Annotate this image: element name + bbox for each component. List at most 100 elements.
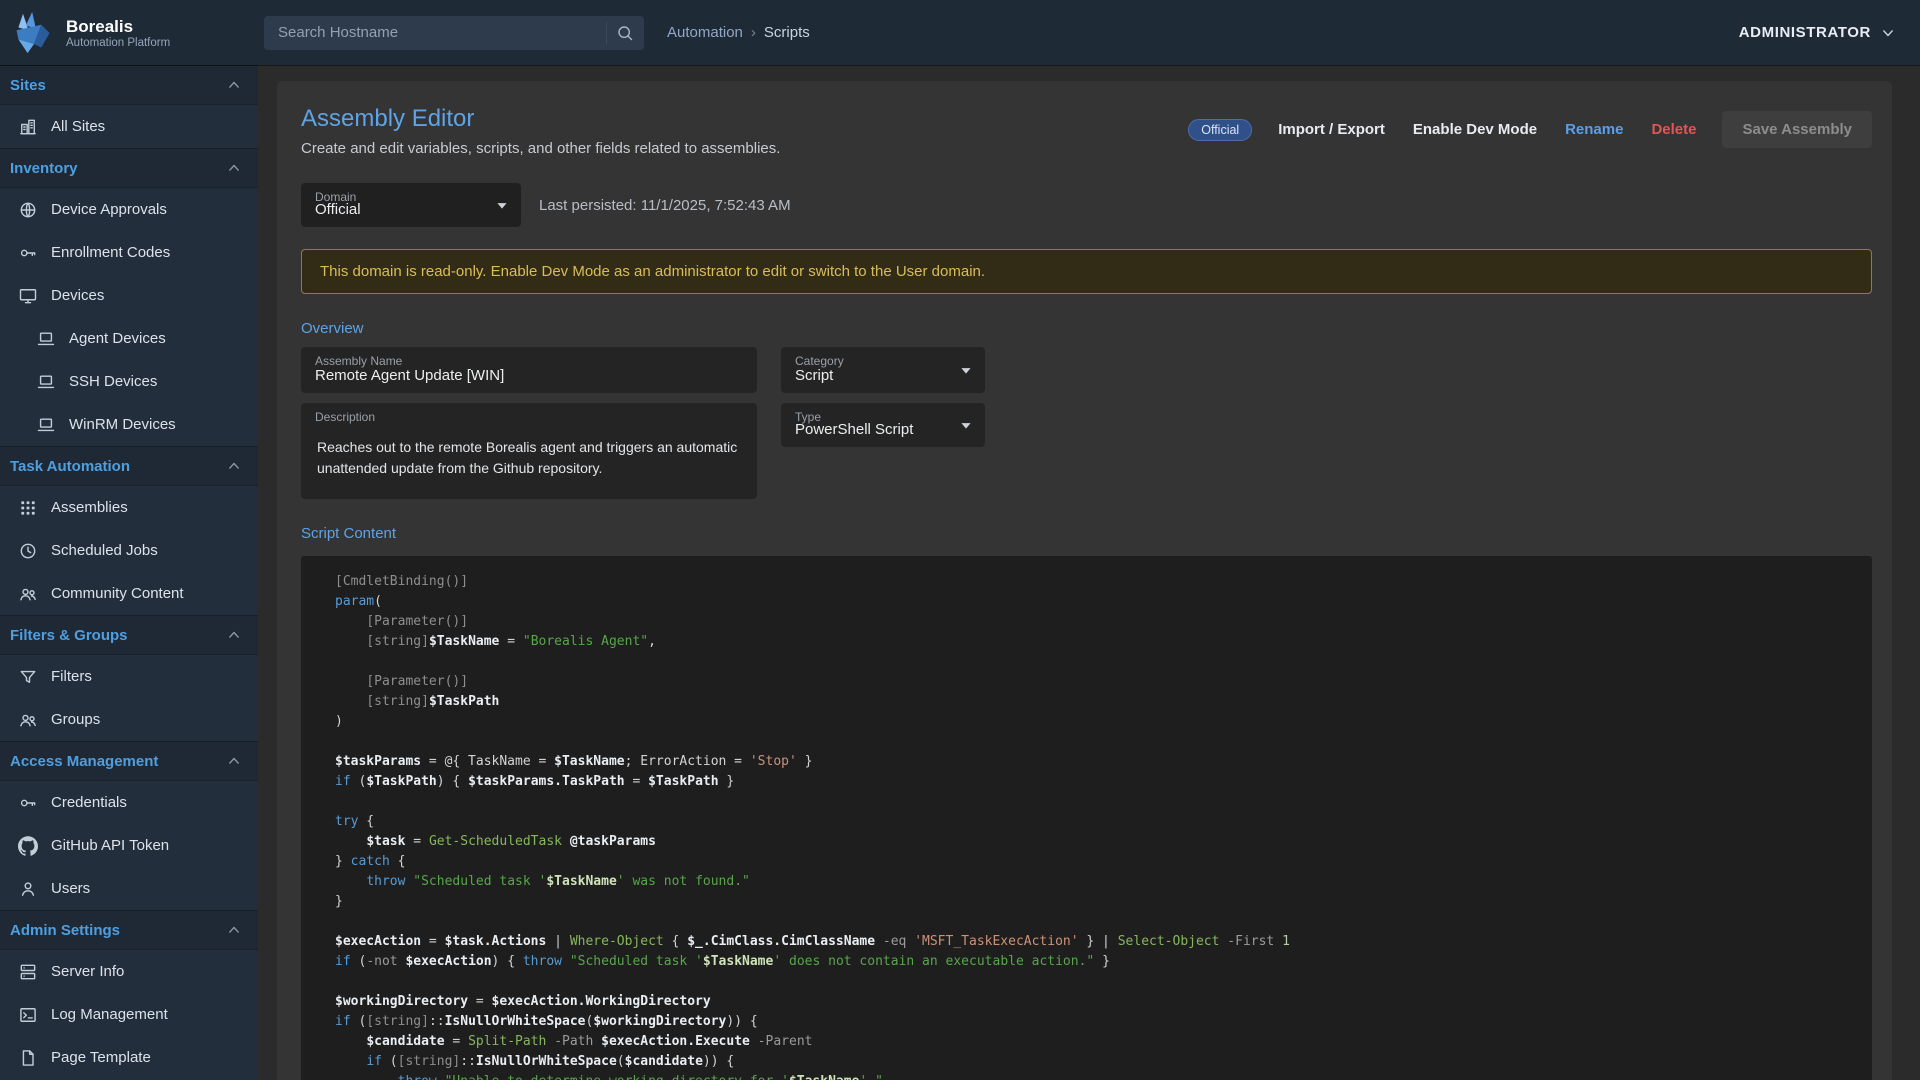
dropdown-arrow-icon [955,359,977,381]
chevron-up-icon [224,625,244,645]
sidebar-item-users[interactable]: Users [0,867,258,910]
code-line: } [335,892,1848,912]
domain-select[interactable]: Domain Official [301,183,521,227]
sidebar-item-filters[interactable]: Filters [0,655,258,698]
code-line: if ($TaskPath) { $taskParams.TaskPath = … [335,772,1848,792]
sidebar-section-label: Admin Settings [10,922,120,939]
sidebar-item-assemblies[interactable]: Assemblies [0,486,258,529]
sidebar-section-label: Task Automation [10,458,130,475]
sidebar-item-github-api-token[interactable]: GitHub API Token [0,824,258,867]
people-icon [18,710,38,730]
code-line: $task = Get-ScheduledTask @taskParams [335,832,1848,852]
domain-select-value: Official [315,201,361,218]
sidebar-item-label: All Sites [51,118,105,135]
sidebar-section-label: Inventory [10,160,78,177]
brand[interactable]: Borealis Automation Platform [0,11,258,55]
sidebar-item-credentials[interactable]: Credentials [0,781,258,824]
brand-title: Borealis [66,17,170,37]
server-icon [18,962,38,982]
code-line: [string]$TaskPath [335,692,1848,712]
rename-button[interactable]: Rename [1555,115,1633,144]
sidebar-item-label: WinRM Devices [69,416,176,433]
code-line: $execAction = $task.Actions | Where-Obje… [335,932,1848,952]
dropdown-arrow-icon [955,414,977,436]
code-line: [CmdletBinding()] [335,572,1848,592]
sidebar-item-label: Users [51,880,90,897]
import-export-button[interactable]: Import / Export [1268,115,1395,144]
main-content: Assembly Editor Create and edit variable… [258,65,1920,1080]
sidebar-item-label: Credentials [51,794,127,811]
search-icon[interactable] [606,22,644,44]
sidebar-item-label: Devices [51,287,104,304]
sidebar-item-ssh-devices[interactable]: SSH Devices [0,360,258,403]
sidebar-item-all-sites[interactable]: All Sites [0,105,258,148]
search-input[interactable] [264,24,606,41]
breadcrumb-item-scripts[interactable]: Scripts [764,24,810,41]
sidebar-item-label: Enrollment Codes [51,244,170,261]
category-label: Category [795,354,844,368]
sidebar-item-enrollment-codes[interactable]: Enrollment Codes [0,231,258,274]
code-line: if (-not $execAction) { throw "Scheduled… [335,952,1848,972]
user-menu-label: ADMINISTRATOR [1739,24,1871,41]
save-assembly-button[interactable]: Save Assembly [1722,111,1872,148]
description-label: Description [315,410,375,424]
sidebar-item-winrm-devices[interactable]: WinRM Devices [0,403,258,446]
sidebar-item-agent-devices[interactable]: Agent Devices [0,317,258,360]
panel-titles: Assembly Editor Create and edit variable… [301,105,780,157]
type-select[interactable]: Type PowerShell Script [781,403,985,447]
breadcrumb-item-automation[interactable]: Automation [667,24,743,41]
chevron-up-icon [224,158,244,178]
sidebar-section-task-automation[interactable]: Task Automation [0,446,258,486]
laptop-icon [36,329,56,349]
sidebar-item-label: Agent Devices [69,330,166,347]
sidebar-item-label: Device Approvals [51,201,167,218]
sidebar-item-label: Filters [51,668,92,685]
grid-icon [18,498,38,518]
sidebar-section-access-management[interactable]: Access Management [0,741,258,781]
sidebar-item-devices[interactable]: Devices [0,274,258,317]
dropdown-arrow-icon [491,194,513,216]
laptop-icon [36,372,56,392]
enable-dev-mode-button[interactable]: Enable Dev Mode [1403,115,1547,144]
sidebar-item-server-info[interactable]: Server Info [0,950,258,993]
sidebar-section-sites[interactable]: Sites [0,65,258,105]
globe-icon [18,200,38,220]
description-field[interactable]: Description Reaches out to the remote Bo… [301,403,757,499]
code-line [335,732,1848,752]
assembly-editor-panel: Assembly Editor Create and edit variable… [277,81,1892,1080]
assembly-name-field[interactable]: Assembly Name Remote Agent Update [WIN] [301,347,757,393]
brand-text: Borealis Automation Platform [66,17,170,49]
sidebar-item-log-management[interactable]: Log Management [0,993,258,1036]
code-line: $taskParams = @{ TaskName = $TaskName; E… [335,752,1848,772]
code-line: ) [335,712,1848,732]
sidebar-section-inventory[interactable]: Inventory [0,148,258,188]
sidebar-item-label: Assemblies [51,499,128,516]
chevron-up-icon [224,456,244,476]
sidebar-section-admin-settings[interactable]: Admin Settings [0,910,258,950]
script-editor[interactable]: [CmdletBinding()]param( [Parameter()] [s… [301,556,1872,1080]
page-subtitle: Create and edit variables, scripts, and … [301,140,780,157]
user-menu[interactable]: ADMINISTRATOR [1739,23,1898,43]
sidebar-item-scheduled-jobs[interactable]: Scheduled Jobs [0,529,258,572]
github-icon [18,836,38,856]
code-line: throw "Scheduled task '$TaskName' was no… [335,872,1848,892]
key-icon [18,793,38,813]
page-icon [18,1048,38,1068]
sidebar-item-community-content[interactable]: Community Content [0,572,258,615]
code-line: $candidate = Split-Path -Path $execActio… [335,1032,1848,1052]
code-line: param( [335,592,1848,612]
monitor-icon [18,286,38,306]
sidebar-item-device-approvals[interactable]: Device Approvals [0,188,258,231]
sidebar-item-label: SSH Devices [69,373,157,390]
type-value: PowerShell Script [795,421,913,438]
sidebar-section-filters-groups[interactable]: Filters & Groups [0,615,258,655]
sidebar-item-page-template[interactable]: Page Template [0,1036,258,1079]
sidebar: Sites All Sites Inventory Device Approvals E… [0,65,258,1080]
code-line: throw "Unable to determine working direc… [335,1072,1848,1080]
filter-icon [18,667,38,687]
overview-row-2: Description Reaches out to the remote Bo… [301,403,1872,499]
sidebar-item-groups[interactable]: Groups [0,698,258,741]
category-select[interactable]: Category Script [781,347,985,393]
toolbar: Official Import / Export Enable Dev Mode… [1188,111,1872,148]
delete-button[interactable]: Delete [1641,115,1706,144]
